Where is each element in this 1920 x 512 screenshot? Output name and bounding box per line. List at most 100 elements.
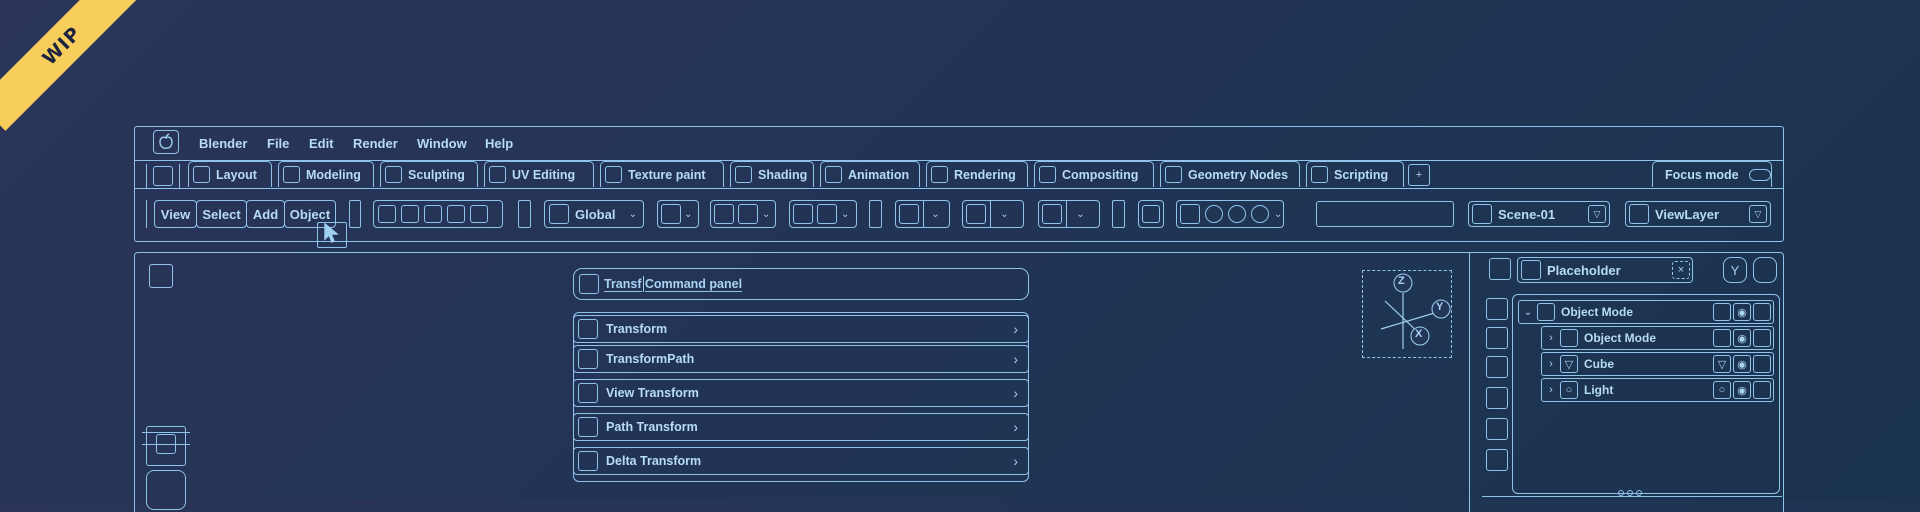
modifier-icon[interactable] [1713,329,1731,347]
outliner-side-icon-3[interactable] [1486,356,1508,378]
focus-mode-toggle[interactable]: Focus mode [1652,161,1772,187]
command-item-transform[interactable]: Transform › [573,315,1029,343]
menu-file[interactable]: File [267,136,289,151]
outliner-side-icon-2[interactable] [1486,327,1508,349]
tab-layout[interactable]: Layout [188,161,272,187]
tab-geometry-nodes[interactable]: Geometry Nodes [1160,161,1300,187]
falloff-icon[interactable] [817,204,837,224]
outliner-row-cube[interactable]: › ▽ Cube ▽ ◉ [1541,352,1774,376]
snap-target-icon[interactable] [738,204,758,224]
command-item-view-transform[interactable]: View Transform › [573,379,1029,407]
menu-window[interactable]: Window [417,136,467,151]
expand-icon[interactable]: › [1542,332,1560,344]
pivot-dropdown[interactable]: ⌄ [657,200,699,228]
outliner-row-object-mode[interactable]: › Object Mode ◉ [1541,326,1774,350]
rendering-icon [931,166,948,183]
xray-toggle[interactable] [1138,200,1164,228]
visibility-dropdown[interactable]: ⌄ [895,200,950,228]
tab-texture-paint[interactable]: Texture paint [600,161,724,187]
command-item-delta-transform[interactable]: Delta Transform › [573,447,1029,475]
gizmo-dropdown[interactable]: ⌄ [962,200,1024,228]
gizmo-y-label[interactable]: Y [1436,301,1443,313]
scene-selector[interactable]: Scene-01 ▽ [1468,201,1610,227]
chevron-down-icon[interactable]: ⌄ [762,209,770,220]
outliner-search-input[interactable]: Placeholder × [1517,257,1693,283]
wireframe-icon[interactable] [1180,204,1200,224]
outliner-row-light[interactable]: › ○ Light ○ ◉ [1541,378,1774,402]
view-layer-browse-icon[interactable]: ▽ [1749,205,1767,223]
gizmo-x-label[interactable]: X [1415,328,1422,340]
clear-search-icon[interactable]: × [1672,261,1690,279]
filter-button[interactable]: Y [1723,257,1747,283]
solid-icon[interactable] [1205,205,1223,223]
camera-icon[interactable] [1753,329,1771,347]
outliner-side-icon-4[interactable] [1486,387,1508,409]
chevron-down-icon[interactable]: ⌄ [841,209,849,220]
camera-icon[interactable] [1753,381,1771,399]
tab-compositing[interactable]: Compositing [1034,161,1154,187]
tab-shading[interactable]: Shading [730,161,814,187]
tab-sculpting[interactable]: Sculpting [380,161,478,187]
command-item-path-transform[interactable]: Path Transform › [573,413,1029,441]
checkbox-icon[interactable] [1713,303,1731,321]
transform-orientation-dropdown[interactable]: Global ⌄ [544,200,644,228]
expand-icon[interactable]: › [1542,358,1560,370]
overlay-dropdown[interactable]: ⌄ [1038,200,1100,228]
eye-icon[interactable]: ◉ [1733,355,1751,373]
eye-icon[interactable]: ◉ [1733,381,1751,399]
outliner-side-icon-5[interactable] [1486,418,1508,440]
select-subtract-icon[interactable] [424,205,442,223]
outliner-row-object-mode-parent[interactable]: ⌄ Object Mode ◉ [1518,300,1774,324]
camera-icon[interactable] [1753,303,1771,321]
menu-help[interactable]: Help [485,136,513,151]
eye-icon[interactable]: ◉ [1733,329,1751,347]
chevron-down-icon: ⌄ [931,208,940,220]
separator [349,200,361,228]
menu-edit[interactable]: Edit [309,136,334,151]
tab-rendering[interactable]: Rendering [926,161,1028,187]
tab-modeling[interactable]: Modeling [278,161,374,187]
material-preview-icon[interactable] [1228,205,1246,223]
eye-icon[interactable]: ◉ [1733,303,1751,321]
view-menu[interactable]: View [154,200,197,228]
add-workspace-button[interactable]: + [1408,164,1430,186]
select-invert-icon[interactable] [447,205,465,223]
expand-icon[interactable]: ⌄ [1519,307,1537,318]
navigation-gizmo[interactable]: Z Y X [1362,270,1452,358]
light-data-icon[interactable]: ○ [1713,381,1731,399]
object-icon [1560,329,1578,347]
command-item-transformpath[interactable]: TransformPath › [573,345,1029,373]
select-extend-icon[interactable] [401,205,419,223]
gizmo-z-label[interactable]: Z [1398,275,1405,287]
header-search-input[interactable] [1316,201,1454,227]
select-intersect-icon[interactable] [470,205,488,223]
apple-icon[interactable] [153,130,179,154]
menu-render[interactable]: Render [353,136,398,151]
workspace-icon[interactable] [146,164,180,188]
mesh-data-icon[interactable]: ▽ [1713,355,1731,373]
tab-animation[interactable]: Animation [820,161,920,187]
snap-icon[interactable] [714,204,734,224]
select-box-icon[interactable] [378,205,396,223]
viewport-editor-type-button[interactable] [149,264,173,288]
view-layer-selector[interactable]: ViewLayer ▽ [1625,201,1771,227]
add-menu[interactable]: Add [246,200,285,228]
select-menu[interactable]: Select [196,200,247,228]
outliner-side-icon-6[interactable] [1486,449,1508,471]
chevron-down-icon[interactable]: ⌄ [1274,209,1282,220]
command-search-bar[interactable]: Transf Command panel [573,268,1029,300]
outliner-editor-type-button[interactable] [1489,258,1511,280]
outliner-side-icon-1[interactable] [1486,298,1508,320]
scene-browse-icon[interactable]: ▽ [1588,205,1606,223]
wrench-icon [578,349,598,369]
expand-icon[interactable]: › [1542,384,1560,396]
proportional-edit-icon[interactable] [793,204,813,224]
tab-scripting[interactable]: Scripting [1306,161,1404,187]
new-collection-button[interactable] [1753,257,1777,283]
camera-icon[interactable] [1753,355,1771,373]
tool-stack[interactable] [142,426,190,510]
tab-uv-editing[interactable]: UV Editing [484,161,594,187]
menu-blender[interactable]: Blender [199,136,247,151]
rendered-icon[interactable] [1251,205,1269,223]
filter-icon: Y [1730,262,1740,278]
